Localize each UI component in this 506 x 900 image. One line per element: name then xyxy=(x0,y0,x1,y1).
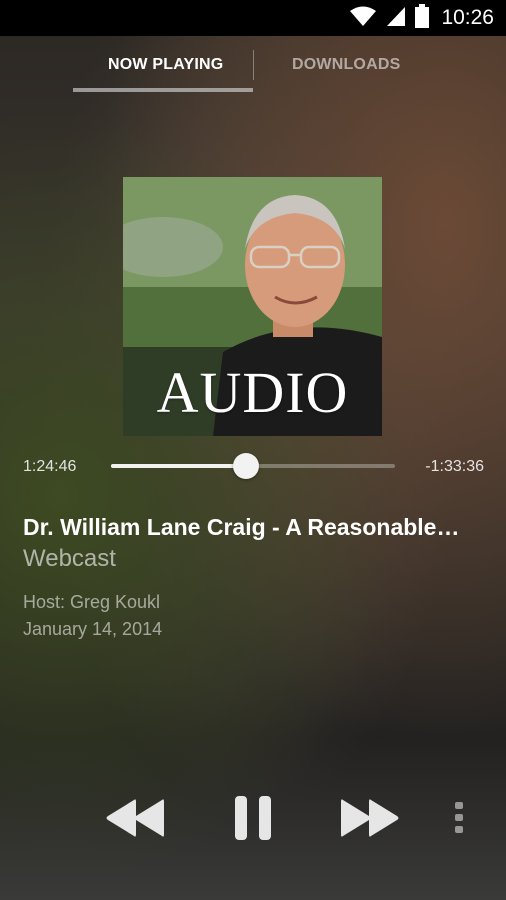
seek-thumb[interactable] xyxy=(232,453,259,479)
fast-forward-button[interactable] xyxy=(335,790,405,846)
time-remaining: -1:33:36 xyxy=(425,458,484,475)
more-options-button[interactable] xyxy=(446,790,472,846)
album-art-label: AUDIO xyxy=(156,360,349,425)
track-title: Dr. William Lane Craig - A Reasonable… xyxy=(23,514,460,540)
tab-downloads[interactable]: DOWNLOADS xyxy=(292,56,400,74)
tab-now-playing[interactable]: NOW PLAYING xyxy=(108,56,223,74)
pause-button[interactable] xyxy=(225,790,281,846)
tab-active-indicator xyxy=(73,88,253,92)
more-vert-icon xyxy=(455,802,463,833)
wifi-icon xyxy=(349,5,377,32)
status-bar: 10:26 xyxy=(0,0,506,36)
fast-forward-icon xyxy=(341,799,399,837)
album-art: AUDIO xyxy=(123,177,382,436)
pause-icon xyxy=(235,796,271,840)
tab-divider xyxy=(253,50,254,80)
battery-icon xyxy=(415,3,430,33)
tab-bar: NOW PLAYING DOWNLOADS xyxy=(0,36,506,96)
status-time: 10:26 xyxy=(441,6,494,29)
signal-icon xyxy=(385,5,407,32)
track-subtitle: Webcast xyxy=(23,545,116,572)
time-elapsed: 1:24:46 xyxy=(23,458,77,475)
rewind-icon xyxy=(106,799,164,837)
seek-bar-progress xyxy=(111,464,246,468)
track-host: Host: Greg Koukl xyxy=(23,592,161,612)
rewind-button[interactable] xyxy=(100,790,170,846)
track-date: January 14, 2014 xyxy=(23,619,163,639)
